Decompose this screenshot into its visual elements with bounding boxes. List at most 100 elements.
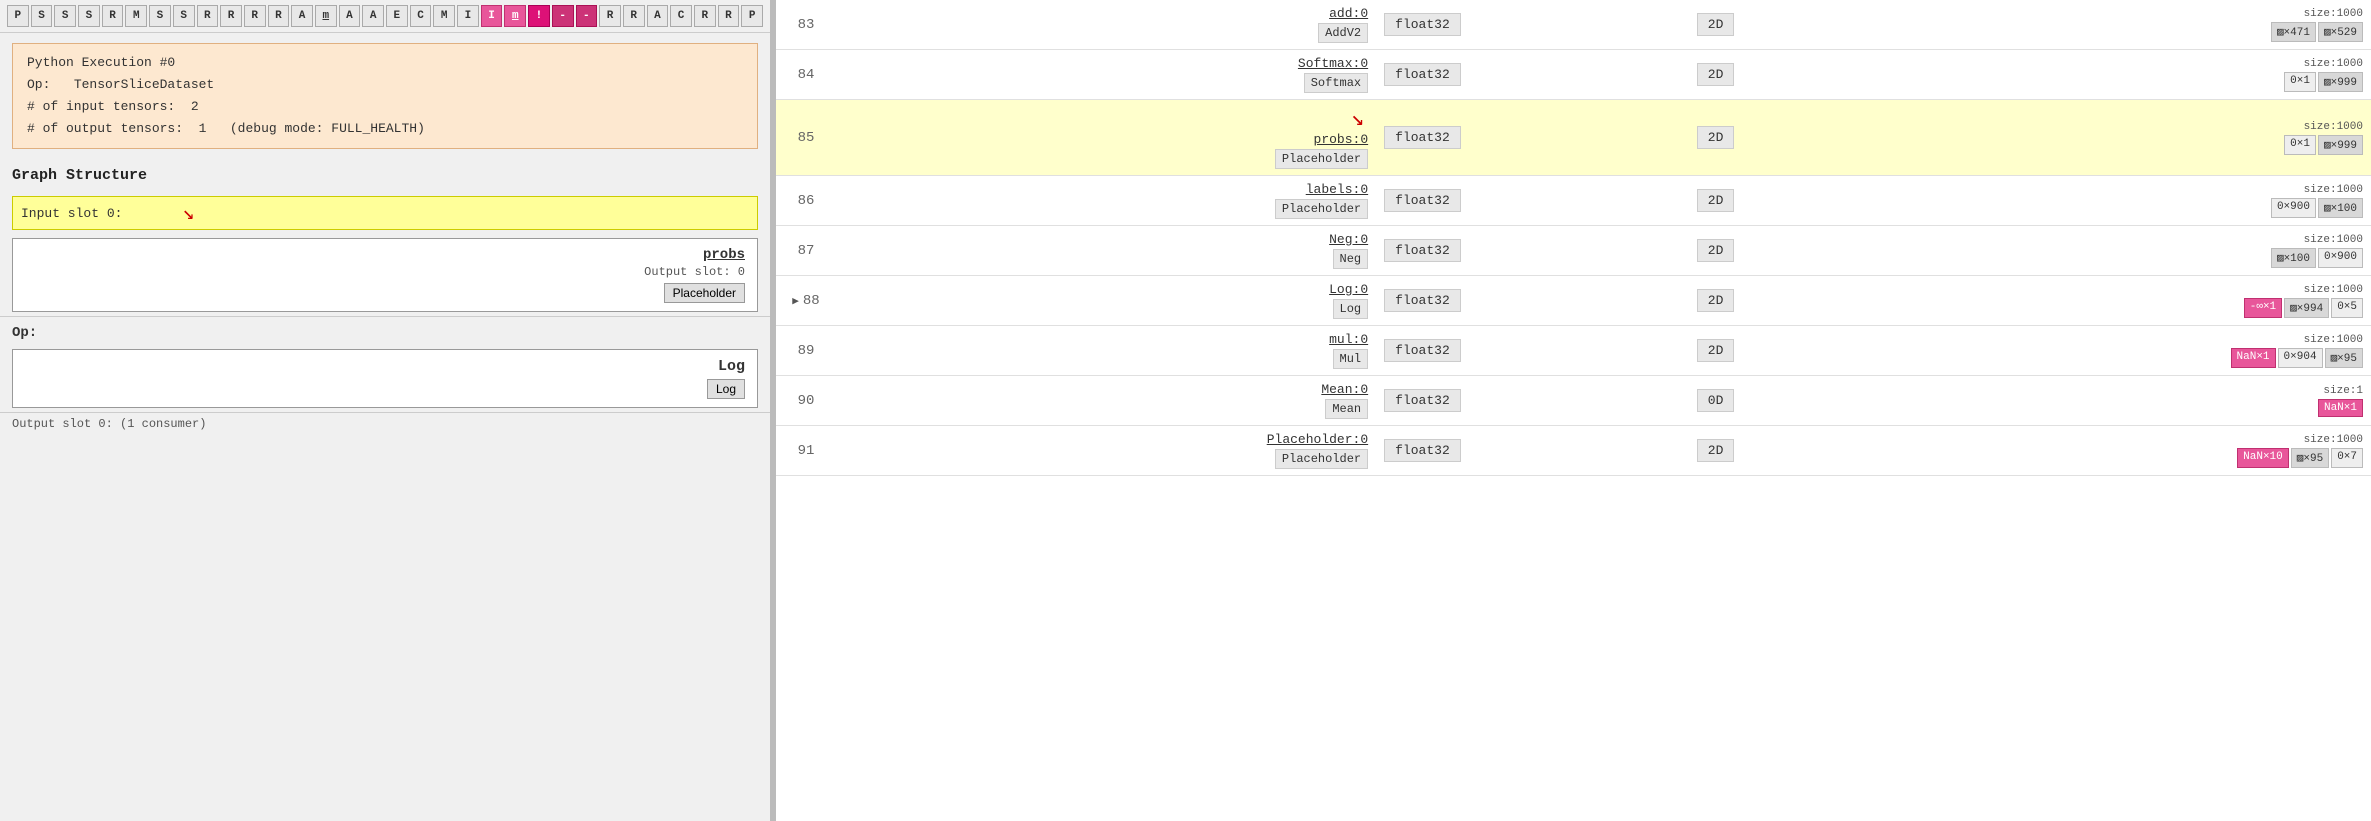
top-bar-cell-1[interactable]: S [31, 5, 53, 27]
table-row[interactable]: 87Neg:0Negfloat322Dsize:1000▨×1000×900 [776, 226, 2371, 276]
top-bar-cell-9[interactable]: R [220, 5, 242, 27]
top-bar-cell-24[interactable]: - [576, 5, 598, 27]
top-bar-cell-17[interactable]: C [410, 5, 432, 27]
op-name-link[interactable]: Log:0 [844, 282, 1368, 297]
dim-badge: 2D [1697, 13, 1735, 36]
op-name-cell: add:0AddV2 [836, 0, 1376, 50]
left-panel: PSSSRMSSRRRRAmAAECMIIm!--RRACRRP Python … [0, 0, 770, 821]
op-name-cell: Log:0Log [836, 276, 1376, 326]
top-bar-cell-2[interactable]: S [54, 5, 76, 27]
table-row[interactable]: 83add:0AddV2float322Dsize:1000▨×471▨×529 [776, 0, 2371, 50]
top-bar-cell-12[interactable]: A [291, 5, 313, 27]
size-cell: size:10000×1▨×999 [1870, 100, 2371, 176]
row-number: ▶88 [776, 276, 836, 326]
size-cell: size:1000-∞×1▨×9940×5 [1870, 276, 2371, 326]
size-badge: NaN×1 [2231, 348, 2276, 368]
dtype-badge: float32 [1384, 339, 1461, 362]
table-row[interactable]: 86labels:0Placeholderfloat322Dsize:10000… [776, 176, 2371, 226]
probs-link[interactable]: probs [703, 247, 745, 263]
top-bar-cell-31[interactable]: P [741, 5, 763, 27]
op-type-badge: Mul [1333, 349, 1369, 369]
row-number: 91 [776, 426, 836, 476]
size-badge: ▨×529 [2318, 22, 2363, 42]
top-bar-cell-25[interactable]: R [599, 5, 621, 27]
table-row[interactable]: 90Mean:0Meanfloat320Dsize:1NaN×1 [776, 376, 2371, 426]
top-bar-cell-16[interactable]: E [386, 5, 408, 27]
size-label: size:1 [1878, 385, 2363, 397]
dtype-cell: float32 [1376, 0, 1689, 50]
op-name-link[interactable]: Mean:0 [844, 382, 1368, 397]
op-name-link[interactable]: mul:0 [844, 332, 1368, 347]
row-number: 84 [776, 50, 836, 100]
dim-cell: 2D [1689, 226, 1870, 276]
op-name-link[interactable]: Placeholder:0 [844, 432, 1368, 447]
op-name-link[interactable]: probs:0 [844, 132, 1368, 147]
op-section-label: Op: [0, 316, 770, 345]
top-bar-cell-20[interactable]: I [481, 5, 503, 27]
dim-badge: 2D [1697, 63, 1735, 86]
top-bar-cell-19[interactable]: I [457, 5, 479, 27]
size-label: size:1000 [1878, 284, 2363, 296]
red-arrow-icon: ↘ [1351, 106, 1364, 132]
top-bar-cell-18[interactable]: M [433, 5, 455, 27]
dim-cell: 2D [1689, 176, 1870, 226]
dtype-cell: float32 [1376, 176, 1689, 226]
op-type-badge: Placeholder [1275, 449, 1368, 469]
op-name-link[interactable]: labels:0 [844, 182, 1368, 197]
top-bar-cell-29[interactable]: R [694, 5, 716, 27]
log-button[interactable]: Log [707, 379, 745, 399]
op-name-cell: labels:0Placeholder [836, 176, 1376, 226]
size-label: size:1000 [1878, 8, 2363, 20]
top-bar-cell-26[interactable]: R [623, 5, 645, 27]
top-bar-cell-14[interactable]: A [339, 5, 361, 27]
top-bar-cell-28[interactable]: C [670, 5, 692, 27]
top-bar-cell-4[interactable]: R [102, 5, 124, 27]
top-bar-cell-22[interactable]: ! [528, 5, 550, 27]
graph-structure-title: Graph Structure [0, 159, 770, 192]
top-bar-cell-8[interactable]: R [197, 5, 219, 27]
info-input: # of input tensors: 2 [27, 96, 743, 118]
size-label: size:1000 [1878, 121, 2363, 133]
op-type-badge: Neg [1333, 249, 1369, 269]
dtype-cell: float32 [1376, 226, 1689, 276]
row-number: 89 [776, 326, 836, 376]
top-bar-cell-5[interactable]: M [125, 5, 147, 27]
top-bar-cell-30[interactable]: R [718, 5, 740, 27]
row-number: 83 [776, 0, 836, 50]
top-bar-cell-3[interactable]: S [78, 5, 100, 27]
dtype-badge: float32 [1384, 239, 1461, 262]
top-bar-cell-7[interactable]: S [173, 5, 195, 27]
dim-badge: 2D [1697, 126, 1735, 149]
op-name-link[interactable]: Neg:0 [844, 232, 1368, 247]
size-badge: 0×900 [2318, 248, 2363, 268]
top-bar: PSSSRMSSRRRRAmAAECMIIm!--RRACRRP [0, 0, 770, 33]
top-bar-cell-6[interactable]: S [149, 5, 171, 27]
op-name-link[interactable]: add:0 [844, 6, 1368, 21]
dtype-cell: float32 [1376, 426, 1689, 476]
table-row[interactable]: 89mul:0Mulfloat322Dsize:1000NaN×10×904▨×… [776, 326, 2371, 376]
top-bar-cell-21[interactable]: m [504, 5, 526, 27]
size-cell: size:10000×1▨×999 [1870, 50, 2371, 100]
top-bar-cell-0[interactable]: P [7, 5, 29, 27]
top-bar-cell-15[interactable]: A [362, 5, 384, 27]
op-box: Log Log [12, 349, 758, 408]
op-name-display: Log [718, 358, 745, 375]
size-badge: ▨×999 [2318, 72, 2363, 92]
size-badge: ▨×95 [2291, 448, 2329, 468]
table-row[interactable]: ▶88Log:0Logfloat322Dsize:1000-∞×1▨×9940×… [776, 276, 2371, 326]
top-bar-cell-13[interactable]: m [315, 5, 337, 27]
table-row[interactable]: 84Softmax:0Softmaxfloat322Dsize:10000×1▨… [776, 50, 2371, 100]
info-title: Python Execution #0 [27, 52, 743, 74]
dim-cell: 2D [1689, 426, 1870, 476]
placeholder-button[interactable]: Placeholder [664, 283, 745, 303]
table-container[interactable]: 83add:0AddV2float322Dsize:1000▨×471▨×529… [776, 0, 2371, 821]
dim-cell: 2D [1689, 50, 1870, 100]
op-type-badge: Mean [1325, 399, 1368, 419]
top-bar-cell-10[interactable]: R [244, 5, 266, 27]
table-row[interactable]: 85↘probs:0Placeholderfloat322Dsize:10000… [776, 100, 2371, 176]
top-bar-cell-27[interactable]: A [647, 5, 669, 27]
top-bar-cell-23[interactable]: - [552, 5, 574, 27]
op-name-link[interactable]: Softmax:0 [844, 56, 1368, 71]
table-row[interactable]: 91Placeholder:0Placeholderfloat322Dsize:… [776, 426, 2371, 476]
top-bar-cell-11[interactable]: R [268, 5, 290, 27]
